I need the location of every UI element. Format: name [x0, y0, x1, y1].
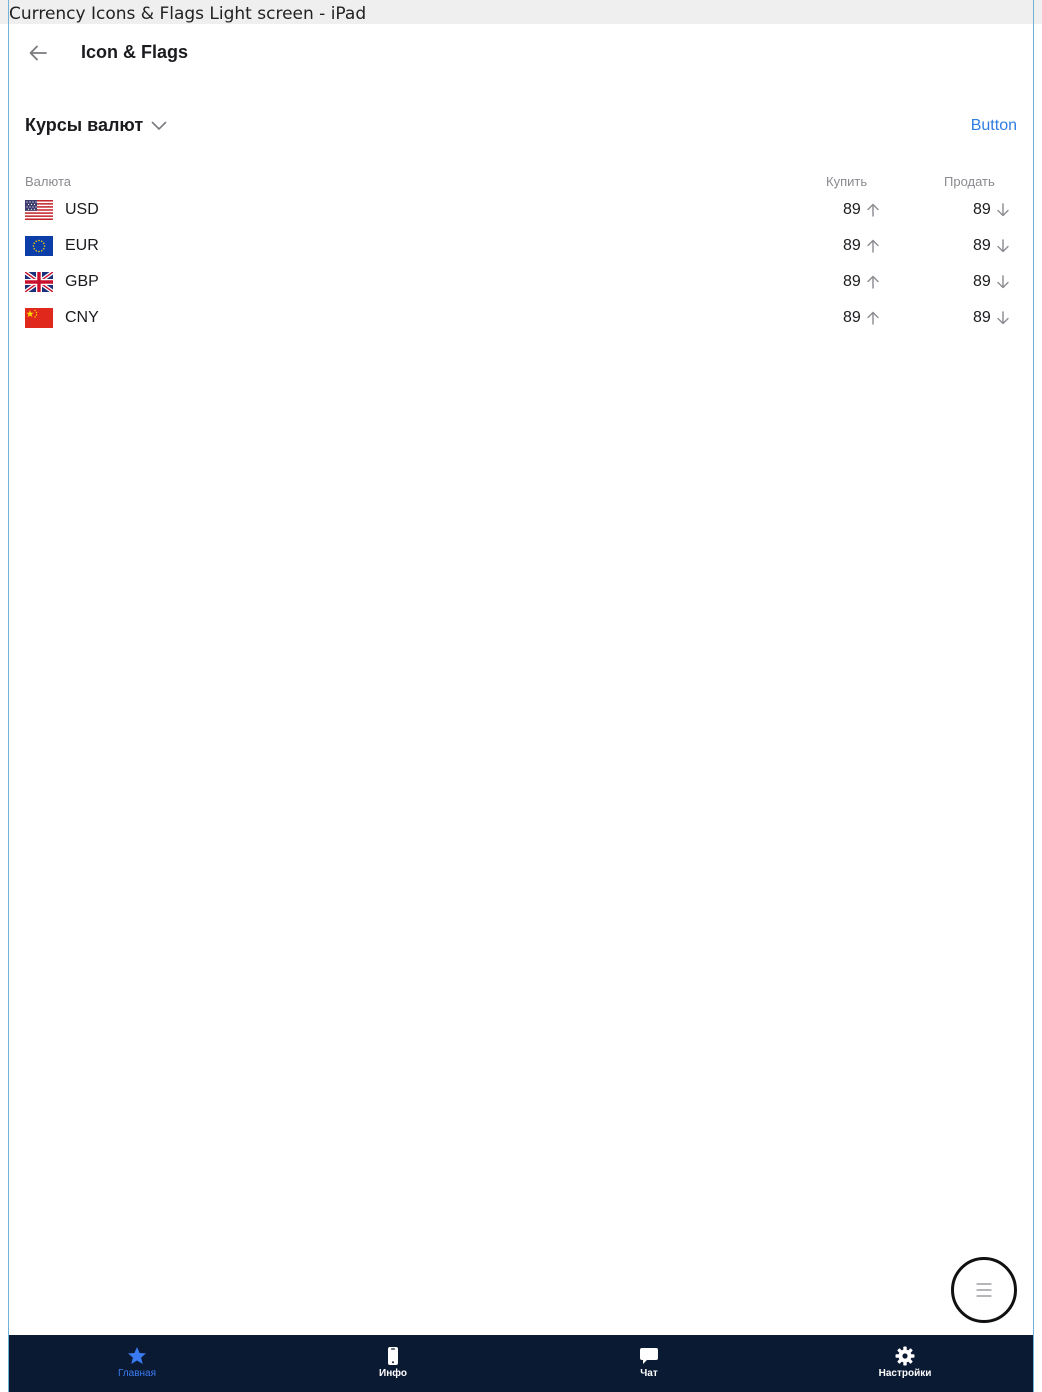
tab-chat[interactable]: Чат — [521, 1335, 777, 1392]
tab-label: Чат — [640, 1368, 658, 1379]
buy-value: 89 — [843, 309, 861, 326]
buy-rate: 89 — [843, 309, 879, 327]
column-header-sell: Продать — [944, 174, 995, 189]
buy-rate: 89 — [843, 201, 879, 219]
currency-code: CNY — [65, 309, 99, 326]
sell-rate: 89 — [973, 201, 1009, 219]
buy-rate: 89 — [843, 273, 879, 291]
arrow-down-icon — [997, 275, 1009, 289]
arrow-up-icon — [867, 311, 879, 325]
sell-value: 89 — [973, 201, 991, 218]
table-row[interactable]: USD 89 89 — [25, 192, 1017, 228]
tab-home[interactable]: Главная — [9, 1335, 265, 1392]
arrow-up-icon — [867, 203, 879, 217]
currency-code: USD — [65, 201, 99, 218]
tab-info[interactable]: Инфо — [265, 1335, 521, 1392]
section-action-button[interactable]: Button — [971, 117, 1017, 135]
table-row[interactable]: GBP 89 89 — [25, 264, 1017, 300]
tab-label: Инфо — [379, 1368, 407, 1379]
tab-settings[interactable]: Настройки — [777, 1335, 1033, 1392]
buy-rate: 89 — [843, 237, 879, 255]
table-header: Валюта Купить Продать — [25, 168, 1017, 192]
gear-icon — [895, 1346, 915, 1366]
arrow-up-icon — [867, 239, 879, 253]
buy-value: 89 — [843, 237, 861, 254]
buy-value: 89 — [843, 201, 861, 218]
section-title: Курсы валют — [25, 115, 144, 135]
cn-flag-icon — [25, 308, 53, 328]
menu-fab-button[interactable] — [951, 1257, 1017, 1323]
currency-table: Валюта Купить Продать USD 89 89 EUR 89 8… — [25, 168, 1017, 336]
tab-label: Главная — [117, 1368, 157, 1379]
us-flag-icon — [25, 200, 53, 220]
chevron-down-icon — [151, 121, 167, 130]
arrow-down-icon — [997, 203, 1009, 217]
arrow-up-icon — [867, 275, 879, 289]
arrow-left-icon — [29, 45, 47, 61]
sell-value: 89 — [973, 237, 991, 254]
currency-code: EUR — [65, 237, 99, 254]
sell-rate: 89 — [973, 309, 1009, 327]
column-header-buy: Купить — [826, 174, 868, 189]
arrow-down-icon — [997, 239, 1009, 253]
phone-icon — [388, 1347, 398, 1365]
currency-code: GBP — [65, 273, 99, 290]
uk-flag-icon — [25, 272, 53, 292]
sell-rate: 89 — [973, 273, 1009, 291]
arrow-down-icon — [997, 311, 1009, 325]
sell-value: 89 — [973, 309, 991, 326]
table-row[interactable]: EUR 89 89 — [25, 228, 1017, 264]
eu-flag-icon — [25, 236, 53, 256]
bottom-tab-bar: Главная Инфо Чат Настройки — [9, 1335, 1033, 1392]
app-bar: Icon & Flags — [9, 24, 1033, 84]
sell-value: 89 — [973, 273, 991, 290]
hamburger-menu-icon — [976, 1283, 992, 1297]
rates-dropdown[interactable]: Курсы валют — [25, 115, 167, 136]
buy-value: 89 — [843, 273, 861, 290]
sell-rate: 89 — [973, 237, 1009, 255]
table-row[interactable]: CNY 89 89 — [25, 300, 1017, 336]
column-header-currency: Валюта — [25, 174, 71, 189]
chat-icon — [640, 1348, 658, 1364]
star-icon — [128, 1347, 146, 1364]
back-button[interactable] — [25, 40, 51, 66]
tab-label: Настройки — [878, 1368, 932, 1379]
page-title: Icon & Flags — [81, 42, 189, 62]
